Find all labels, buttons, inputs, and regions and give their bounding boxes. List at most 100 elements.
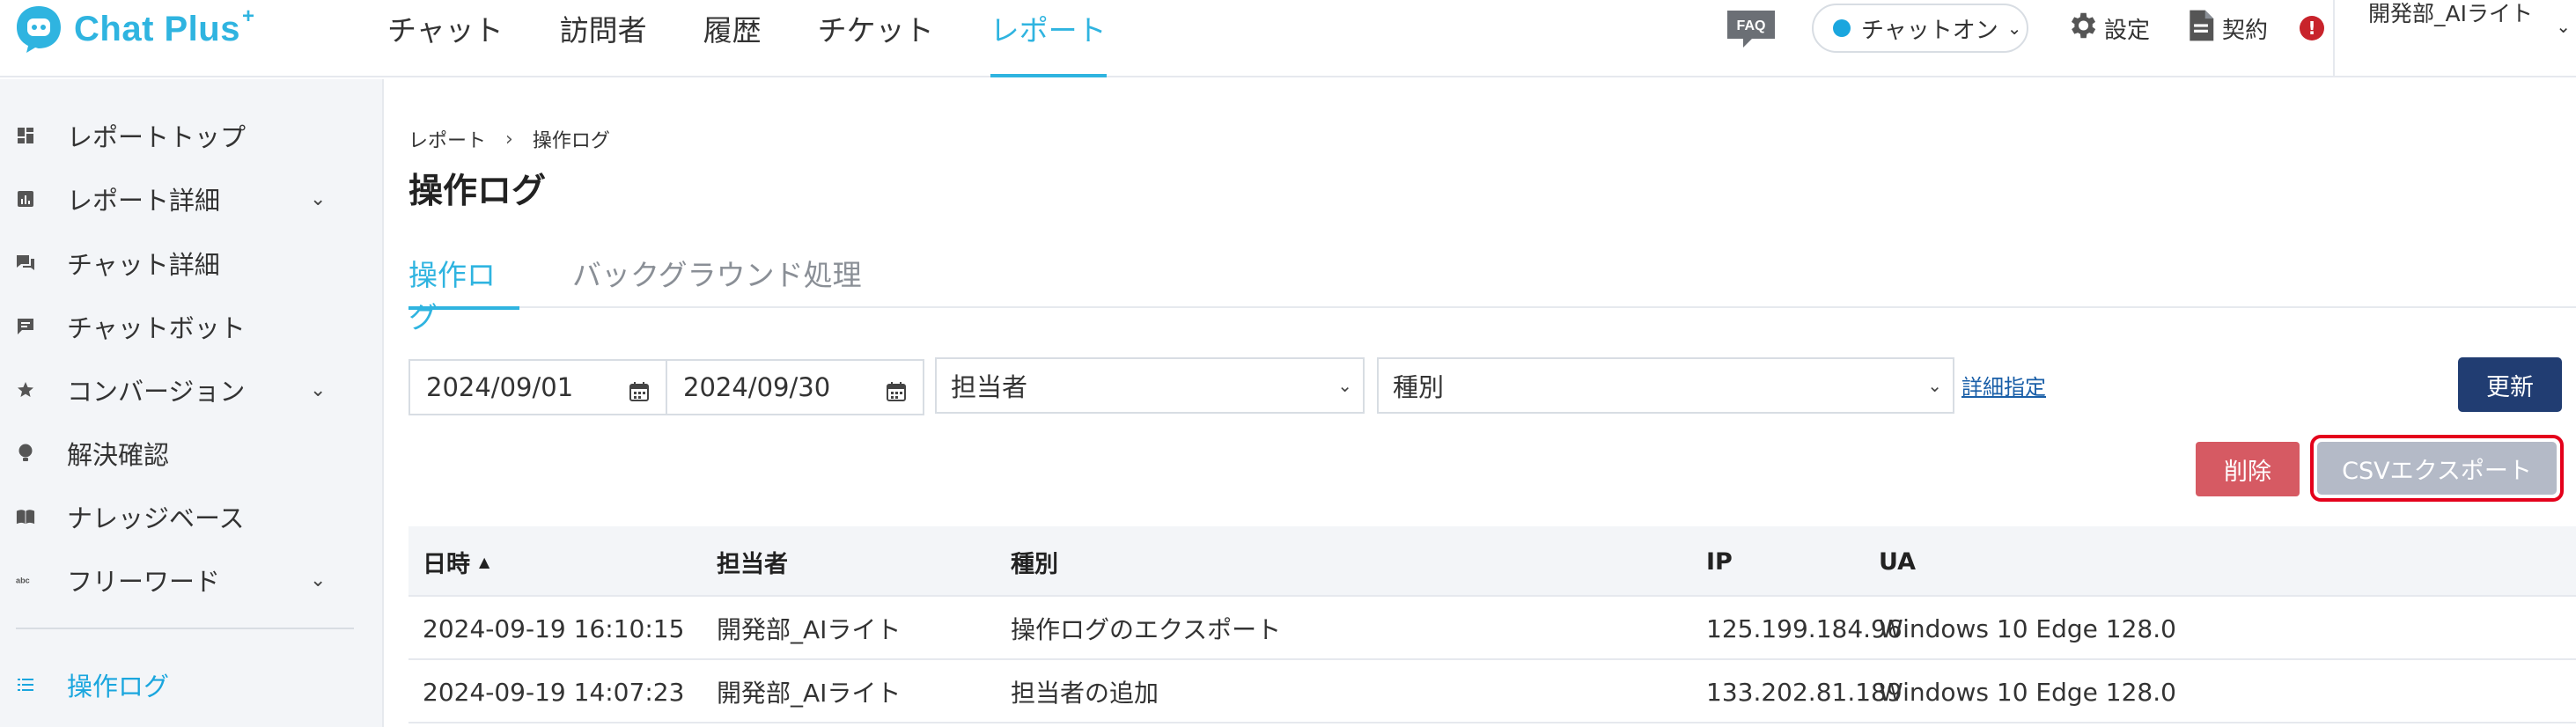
status-label: チャットオン <box>1861 17 1998 44</box>
tab-background-process[interactable]: バックグラウンド処理 <box>572 252 862 308</box>
main-nav: チャット 訪問者 履歴 チケット レポート <box>387 0 1163 77</box>
type-select-value: 種別 <box>1393 372 1445 402</box>
breadcrumb-parent[interactable]: レポート <box>408 125 486 153</box>
sidebar-item-operation-log[interactable]: 操作ログ <box>0 660 384 709</box>
sidebar-item-label: フリーワード <box>67 567 221 597</box>
sidebar-item-label: ナレッジベース <box>67 503 245 533</box>
chevron-down-icon: ⌄ <box>310 187 327 210</box>
sidebar-item-conversion[interactable]: コンバージョン ⌄ <box>0 365 384 415</box>
sidebar-item-label: レポート詳細 <box>67 186 221 216</box>
settings-label: 設定 <box>2104 17 2151 44</box>
svg-text:abc: abc <box>16 576 30 585</box>
chevron-down-icon: ⌄ <box>1927 375 1942 396</box>
user-name: 開発部_AIライト <box>2368 1 2533 26</box>
header-divider <box>2333 0 2335 77</box>
contract-button[interactable]: 契約 <box>2187 9 2268 48</box>
sidebar-item-resolution[interactable]: 解決確認 <box>0 429 384 478</box>
cell-ua: Windows 10 Edge 128.0 <box>1879 613 2176 643</box>
breadcrumb-current: 操作ログ <box>532 130 610 152</box>
nav-reports[interactable]: レポート <box>990 0 1107 77</box>
delete-button[interactable]: 削除 <box>2196 442 2300 496</box>
chevron-down-icon: ⌄ <box>310 378 327 401</box>
svg-text:FAQ: FAQ <box>1737 18 1766 33</box>
cell-datetime: 2024-09-19 14:07:23 <box>423 677 685 707</box>
cell-operator: 開発部_AIライト <box>717 615 902 644</box>
sidebar-item-chatbot[interactable]: チャットボット <box>0 302 384 351</box>
sidebar: レポートトップ レポート詳細 ⌄ チャット詳細 チャットボット コンバージョン … <box>0 79 384 727</box>
logo[interactable]: Chat Plus+ <box>12 2 255 56</box>
top-header: Chat Plus+ チャット 訪問者 履歴 チケット レポート FAQ チャッ… <box>0 0 2576 77</box>
contract-label: 契約 <box>2222 17 2269 44</box>
gear-icon <box>2065 9 2104 48</box>
logo-text: Chat Plus+ <box>74 4 255 48</box>
sidebar-item-knowledge-base[interactable]: ナレッジベース <box>0 492 384 541</box>
nav-visitors[interactable]: 訪問者 <box>560 0 647 77</box>
breadcrumb: レポート › 操作ログ <box>408 125 610 153</box>
date-to-input[interactable]: 2024/09/30 <box>666 359 924 415</box>
chart-icon <box>16 189 35 209</box>
nav-tickets[interactable]: チケット <box>818 0 934 77</box>
alert-icon[interactable]: ! <box>2300 16 2324 40</box>
type-select[interactable]: 種別 ⌄ <box>1377 357 1954 414</box>
csv-export-highlight: CSVエクスポート <box>2310 435 2564 502</box>
operation-log-table: 日時 ▲ 担当者 種別 IP UA 2024-09-19 16:10:15 開発… <box>408 526 2576 723</box>
table-header: 日時 ▲ 担当者 種別 IP UA <box>408 526 2576 597</box>
sidebar-item-freeword[interactable]: abc フリーワード ⌄ <box>0 555 384 605</box>
tab-operation-log[interactable]: 操作ログ <box>408 252 519 334</box>
date-from-input[interactable]: 2024/09/01 <box>408 359 667 415</box>
calendar-icon[interactable] <box>886 378 907 401</box>
sidebar-divider <box>16 628 354 629</box>
list-icon <box>16 675 35 694</box>
sidebar-item-chat-detail[interactable]: チャット詳細 <box>0 239 384 288</box>
date-from-value: 2024/09/01 <box>426 372 574 402</box>
chevron-down-icon: ⌄ <box>1337 375 1352 396</box>
status-dot <box>1833 19 1851 37</box>
column-header-datetime[interactable]: 日時 ▲ <box>423 526 489 597</box>
settings-button[interactable]: 設定 <box>2065 9 2150 48</box>
cell-operator: 開発部_AIライト <box>717 679 902 708</box>
cell-ip: 133.202.81.189 <box>1706 677 1903 707</box>
chat-bubbles-icon <box>16 253 35 273</box>
cell-ip: 125.199.184.96 <box>1706 613 1903 643</box>
cell-type: 担当者の追加 <box>1011 679 1159 708</box>
main-content: レポート › 操作ログ 操作ログ 操作ログ バックグラウンド処理 2024/09… <box>386 79 2576 727</box>
cell-datetime: 2024-09-19 16:10:15 <box>423 613 685 643</box>
dashboard-icon <box>16 126 35 145</box>
tab-bar: 操作ログ バックグラウンド処理 <box>408 252 2576 334</box>
faq-icon[interactable]: FAQ <box>1726 9 1777 49</box>
csv-export-button[interactable]: CSVエクスポート <box>2317 442 2557 495</box>
sort-asc-icon: ▲ <box>479 553 490 570</box>
book-icon <box>16 507 35 526</box>
date-to-value: 2024/09/30 <box>683 372 831 402</box>
operator-select-value: 担当者 <box>951 372 1028 402</box>
document-icon <box>2187 9 2222 48</box>
user-menu[interactable]: 開発部_AIライト ⌄ <box>2368 0 2571 37</box>
sidebar-item-label: チャット詳細 <box>67 250 220 280</box>
column-header-ua: UA <box>1879 547 1916 576</box>
breadcrumb-separator: › <box>505 128 513 151</box>
advanced-filter-link[interactable]: 詳細指定 <box>1961 370 2046 400</box>
chat-status-toggle[interactable]: チャットオン ⌄ <box>1812 4 2028 53</box>
column-header-operator: 担当者 <box>717 550 788 578</box>
nav-history[interactable]: 履歴 <box>703 0 762 77</box>
refresh-button[interactable]: 更新 <box>2458 357 2562 412</box>
sidebar-item-label: チャットボット <box>67 313 246 343</box>
sidebar-item-report-detail[interactable]: レポート詳細 ⌄ <box>0 174 384 224</box>
chevron-down-icon: ⌄ <box>310 569 327 591</box>
abc-icon: abc <box>16 570 35 590</box>
operator-select[interactable]: 担当者 ⌄ <box>935 357 1365 414</box>
page-title: 操作ログ <box>408 172 547 211</box>
nav-chat[interactable]: チャット <box>387 0 504 77</box>
table-row[interactable]: 2024-09-19 16:10:15 開発部_AIライト 操作ログのエクスポー… <box>408 597 2576 660</box>
sidebar-item-report-top[interactable]: レポートトップ <box>0 111 384 160</box>
chevron-down-icon: ⌄ <box>2006 18 2022 39</box>
sidebar-item-label: 操作ログ <box>67 672 170 701</box>
table-row[interactable]: 2024-09-19 14:07:23 開発部_AIライト 担当者の追加 133… <box>408 660 2576 723</box>
calendar-icon[interactable] <box>629 378 650 401</box>
column-header-ip: IP <box>1706 547 1733 576</box>
chevron-down-icon: ⌄ <box>2556 16 2571 37</box>
sidebar-item-label: 解決確認 <box>67 440 170 470</box>
column-header-type: 種別 <box>1011 550 1058 578</box>
cell-ua: Windows 10 Edge 128.0 <box>1879 677 2176 707</box>
sidebar-item-label: レポートトップ <box>67 122 247 152</box>
